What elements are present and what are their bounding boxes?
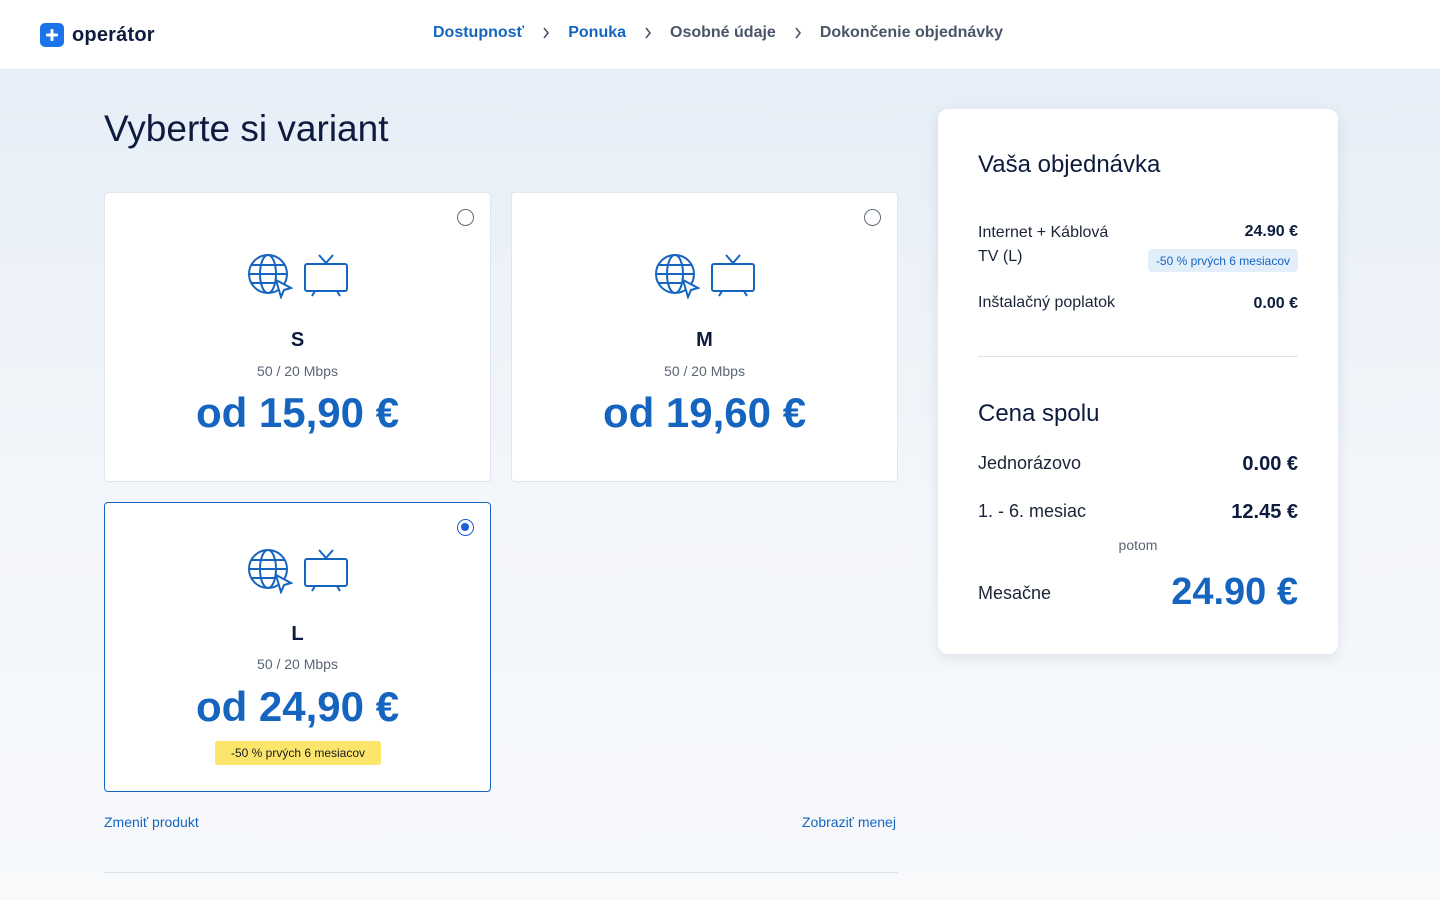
tv-icon [710,253,756,304]
chevron-right-icon [776,27,820,39]
plus-icon [40,23,64,47]
order-item-promo-badge: -50 % prvých 6 mesiacov [1147,249,1298,272]
chevron-right-icon [626,27,670,39]
top-header: operátor Dostupnosť Ponuka Osobné údaje … [0,0,1440,70]
total-title: Cena spolu [978,400,1100,427]
globe-cursor-icon [247,548,294,599]
installation-fee-label: Inštalačný poplatok [978,294,1115,311]
plan-radio-s[interactable] [457,209,474,226]
monthly-label: Mesačne [978,583,1052,603]
monthly-value: 24.90 € [1171,571,1298,613]
plan-price: od 19,60 € [602,389,807,436]
brand-logo[interactable]: operátor [40,23,155,47]
globe-cursor-icon [247,253,294,304]
step-availability[interactable]: Dostupnosť [433,24,524,42]
plan-icons [105,548,490,599]
checkout-steps: Dostupnosť Ponuka Osobné údaje Dokončeni… [433,24,1003,42]
plan-speed: 50 / 20 Mbps [664,363,745,379]
order-item-price: 24.90 € [1244,223,1298,240]
first-months-value: 12.45 € [1231,501,1298,523]
promo-badge: -50 % prvých 6 mesiacov [215,741,381,765]
plan-price: od 24,90 € [195,683,400,730]
change-product-link[interactable]: Zmeniť produkt [104,814,199,830]
plan-card-s[interactable]: S 50 / 20 Mbps od 15,90 € [104,192,491,482]
plan-icons [105,253,490,304]
tv-icon [303,548,349,599]
step-offer[interactable]: Ponuka [568,24,626,42]
show-less-link[interactable]: Zobraziť menej [802,814,896,830]
plan-card-l[interactable]: L 50 / 20 Mbps od 24,90 € -50 % prvých 6… [104,502,491,792]
installation-fee-price: 0.00 € [1253,295,1298,312]
plan-speed: 50 / 20 Mbps [257,363,338,379]
step-personal-data: Osobné údaje [670,24,776,41]
plan-icons [512,253,897,304]
step-order-completion: Dokončenie objednávky [819,24,1003,41]
chevron-right-icon [524,27,568,39]
divider [978,356,1298,357]
plan-card-m[interactable]: M 50 / 20 Mbps od 19,60 € [511,192,898,482]
plan-radio-m[interactable] [864,209,881,226]
brand-name: operátor [72,23,155,46]
divider [104,872,898,873]
first-months-label: 1. - 6. mesiac [978,501,1087,521]
page-title: Vyberte si variant [104,108,389,149]
one-time-value: 0.00 € [1242,453,1298,475]
summary-title: Vaša objednávka [978,151,1161,178]
globe-cursor-icon [654,253,701,304]
plan-name: L [291,623,304,645]
tv-icon [303,253,349,304]
order-summary-panel: Vaša objednávka Internet + Káblová TV (L… [938,109,1338,654]
plan-radio-l[interactable] [457,519,474,536]
one-time-label: Jednorázovo [978,453,1082,473]
then-label: potom [1118,537,1158,553]
plan-name: M [696,329,713,351]
order-item-label: Internet + Káblová TV (L) [978,224,1109,265]
plan-price: od 15,90 € [195,389,400,436]
plan-speed: 50 / 20 Mbps [257,656,338,672]
plan-name: S [290,329,305,351]
